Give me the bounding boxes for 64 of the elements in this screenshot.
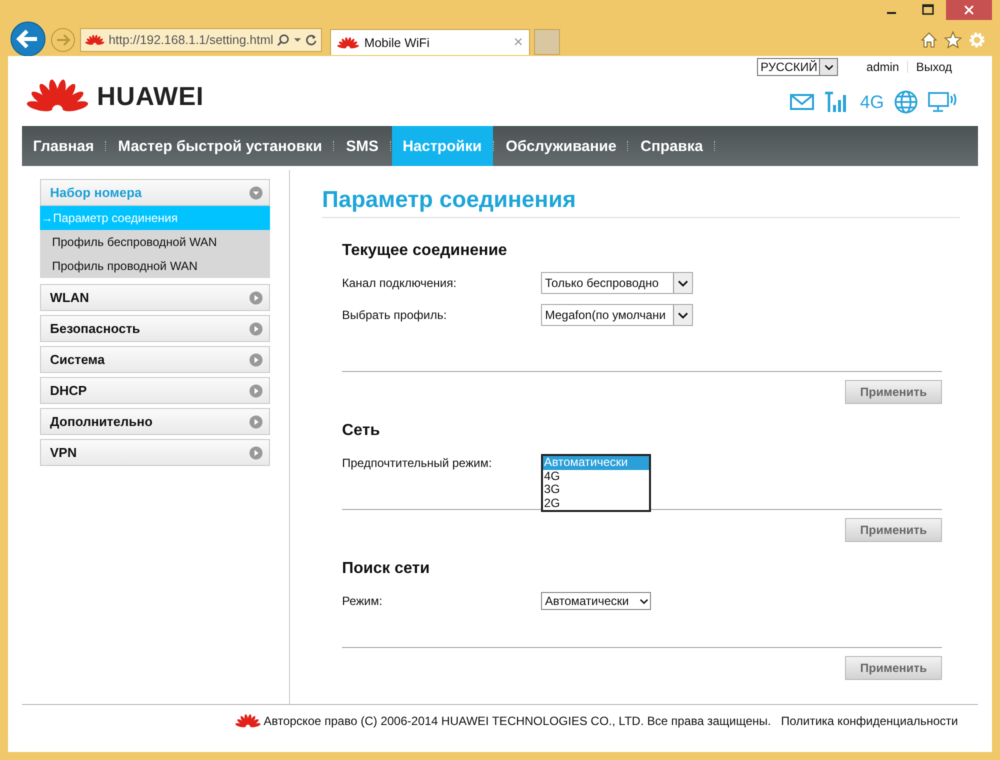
apply-button[interactable]: Применить [845, 380, 942, 404]
sidebar-group[interactable]: WLAN [40, 284, 270, 311]
sidebar-group[interactable]: Дополнительно [40, 408, 270, 435]
dropdown-option[interactable]: 4G [543, 470, 649, 483]
maximize-icon[interactable] [922, 4, 934, 16]
nav-tab[interactable]: Мастер быстрой установки [107, 126, 334, 166]
address-text: http://192.168.1.1/setting.html [108, 33, 274, 47]
sidebar-group[interactable]: Система [40, 346, 270, 373]
home-icon[interactable] [920, 31, 938, 49]
logo-text: HUAWEI [96, 80, 204, 112]
language-select[interactable]: РУССКИЙ [757, 58, 838, 76]
monitor-icon[interactable] [928, 91, 958, 113]
refresh-icon[interactable] [304, 33, 317, 47]
logo-icon [85, 34, 105, 46]
sidebar-group[interactable]: Безопасность [40, 315, 270, 342]
expand-icon [249, 384, 263, 398]
sidebar-item[interactable]: Профиль беспроводной WAN [40, 230, 270, 254]
nav-tab[interactable]: SMS [335, 126, 390, 166]
close-icon[interactable] [963, 4, 975, 16]
copyright-text: Авторское право (C) 2006-2014 HUAWEI TECHNOLOGIES CO., LTD. Все права защищены. [264, 714, 771, 728]
dropdown-option[interactable]: 3G [543, 483, 649, 496]
collapse-icon [249, 186, 263, 200]
nav-tab[interactable]: Справка [629, 126, 714, 166]
section-title: Текущее соединение [342, 242, 508, 260]
expand-icon [249, 352, 263, 366]
caret-icon[interactable] [294, 37, 301, 43]
expand-icon [249, 290, 263, 304]
logo-icon [26, 79, 89, 113]
nav-tab[interactable]: Главная [22, 126, 106, 166]
field-label: Предпочтительный режим: [342, 456, 493, 470]
dropdown[interactable]: Megafon(по умолчани [541, 304, 693, 326]
nav-tab[interactable]: Обслуживание [494, 126, 628, 166]
field-label: Выбрать профиль: [342, 308, 448, 322]
mail-icon[interactable] [790, 93, 814, 111]
star-icon[interactable] [944, 31, 962, 49]
dropdown[interactable]: Автоматически [541, 592, 651, 610]
chevron-icon [638, 596, 650, 606]
user-name: admin [866, 60, 900, 74]
apply-button[interactable]: Применить [845, 656, 942, 680]
sidebar-item[interactable]: Профиль проводной WAN [40, 254, 270, 278]
dropdown-option[interactable]: 2G [543, 496, 649, 510]
field-label: Канал подключения: [342, 276, 458, 290]
network-type: 4G [860, 92, 884, 112]
expand-icon [249, 414, 263, 428]
browser-tab[interactable]: Mobile WiFi × [330, 29, 530, 55]
logo-icon [234, 714, 261, 728]
search-icon[interactable] [277, 33, 290, 47]
privacy-link[interactable]: Политика конфиденциальности [780, 714, 958, 728]
page-title: Параметр соединения [322, 186, 960, 218]
apply-button[interactable]: Применить [845, 518, 942, 542]
globe-icon[interactable] [894, 90, 918, 114]
address-bar[interactable]: http://192.168.1.1/setting.html [80, 28, 322, 52]
sidebar-group[interactable]: DHCP [40, 377, 270, 404]
back-icon[interactable] [10, 21, 46, 57]
section-title: Поиск сети [342, 560, 431, 578]
field-label: Режим: [342, 594, 384, 608]
expand-icon [249, 446, 263, 460]
tab-title: Mobile WiFi [364, 36, 430, 50]
dropdown[interactable]: Только беспроводно [541, 272, 693, 294]
sidebar-group[interactable]: VPN [40, 439, 270, 466]
expand-icon [249, 322, 263, 336]
logout-link[interactable]: Выход [916, 60, 952, 74]
section-title: Сеть [342, 422, 381, 440]
logo-icon [337, 36, 360, 48]
